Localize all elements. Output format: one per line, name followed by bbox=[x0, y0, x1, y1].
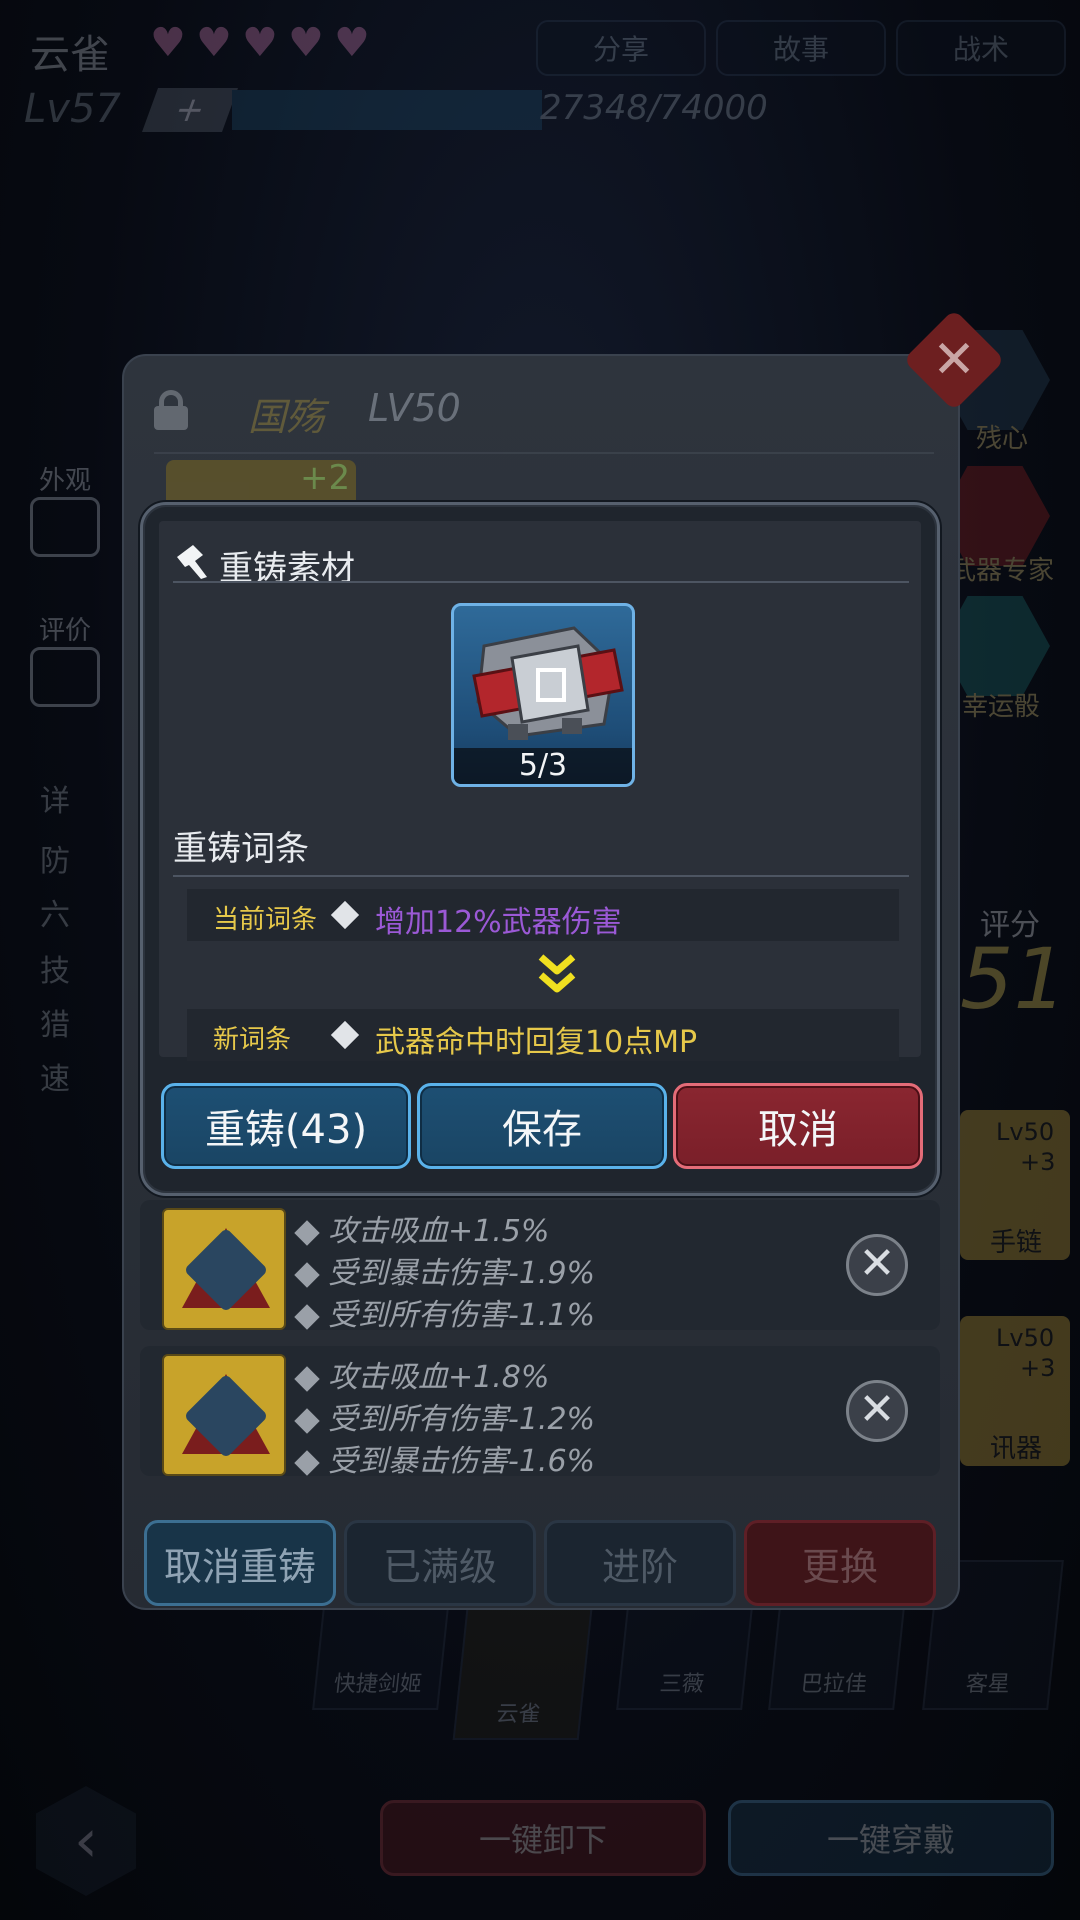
device-card-level: Lv50 bbox=[996, 1324, 1055, 1352]
appearance-label: 外观 bbox=[38, 466, 91, 496]
maxed-button[interactable]: 已满级 bbox=[344, 1520, 536, 1606]
diamond-icon bbox=[294, 1219, 320, 1246]
property-line: 受到暴击伤害-1.6% bbox=[294, 1436, 596, 1480]
item-level: LV50 bbox=[368, 386, 461, 430]
property-line: 受到所有伤害-1.1% bbox=[294, 1290, 596, 1334]
advance-button[interactable]: 进阶 bbox=[544, 1520, 736, 1606]
property-row: 攻击吸血+1.5% 受到暴击伤害-1.9% 受到所有伤害-1.1% ✕ bbox=[140, 1200, 940, 1333]
remove-gem-button[interactable]: ✕ bbox=[846, 1380, 908, 1442]
diamond-icon bbox=[294, 1449, 320, 1476]
skill-stat-label: 技 bbox=[40, 954, 70, 989]
device-card-enhance: +3 bbox=[1020, 1354, 1056, 1382]
lock-icon[interactable] bbox=[154, 390, 188, 430]
diamond-icon bbox=[330, 900, 360, 930]
property-line: 受到所有伤害-1.2% bbox=[294, 1394, 596, 1438]
equip-all-button[interactable]: 一键穿戴 bbox=[728, 1800, 1054, 1876]
reforge-button[interactable]: 重铸(43) bbox=[161, 1083, 411, 1169]
defense-stat-label: 防 bbox=[40, 844, 70, 879]
divider bbox=[173, 581, 909, 583]
chat-icon bbox=[30, 647, 100, 707]
hero-level: Lv57 bbox=[24, 86, 121, 132]
diamond-icon bbox=[330, 1020, 360, 1050]
reforge-material-item[interactable]: 5/3 bbox=[451, 603, 635, 787]
material-count: 5/3 bbox=[454, 748, 632, 784]
bracelet-card[interactable]: Lv50 +3 手链 bbox=[960, 1110, 1070, 1260]
property-text: 受到暴击伤害-1.9% bbox=[328, 1256, 596, 1291]
property-text: 受到所有伤害-1.1% bbox=[328, 1298, 596, 1333]
new-entry-text: 武器命中时回复10点MP bbox=[375, 1025, 698, 1060]
bracelet-card-enhance: +3 bbox=[1020, 1148, 1056, 1176]
new-entry-row: 新词条 武器命中时回复10点MP bbox=[187, 1009, 899, 1061]
entry-title: 重铸词条 bbox=[173, 829, 309, 869]
bracelet-card-level: Lv50 bbox=[996, 1118, 1055, 1146]
item-name: 国殇 bbox=[248, 395, 325, 439]
story-tab[interactable]: 故事 bbox=[716, 20, 886, 76]
level-up-button[interactable]: + bbox=[141, 88, 239, 132]
property-row: 攻击吸血+1.8% 受到所有伤害-1.2% 受到暴击伤害-1.6% ✕ bbox=[140, 1346, 940, 1479]
roster-card[interactable]: 云雀 bbox=[452, 1600, 594, 1740]
divider bbox=[173, 875, 909, 877]
new-entry-label: 新词条 bbox=[213, 1025, 292, 1055]
shirt-icon bbox=[30, 497, 100, 557]
double-chevron-down-icon bbox=[538, 954, 576, 993]
heart-icon: ♥ bbox=[334, 20, 370, 66]
remove-gem-button[interactable]: ✕ bbox=[846, 1234, 908, 1296]
close-icon[interactable]: ✕ bbox=[928, 334, 980, 386]
heart-icon: ♥ bbox=[288, 20, 324, 66]
property-line: 攻击吸血+1.5% bbox=[294, 1206, 550, 1250]
skill-label: 残心 bbox=[976, 424, 1029, 454]
item-enhance: +2 bbox=[300, 458, 351, 498]
reforge-modal-content: 重铸素材 5/3 重铸词条 当前词条 增加12%武器伤害 新词条 武器命中时回复… bbox=[159, 521, 921, 1061]
hunt-stat-label: 猎 bbox=[40, 1008, 70, 1043]
rating-button[interactable]: 评价 bbox=[30, 610, 100, 707]
tactics-tab[interactable]: 战术 bbox=[896, 20, 1066, 76]
device-card-name: 讯器 bbox=[990, 1434, 1043, 1464]
current-entry-text: 增加12%武器伤害 bbox=[375, 905, 622, 940]
gem-image bbox=[162, 1354, 286, 1476]
heart-icon: ♥ bbox=[242, 20, 278, 66]
current-entry-row: 当前词条 增加12%武器伤害 bbox=[187, 889, 899, 941]
back-button[interactable]: ‹ bbox=[36, 1786, 136, 1896]
property-text: 攻击吸血+1.8% bbox=[328, 1360, 550, 1395]
property-line: 受到暴击伤害-1.9% bbox=[294, 1248, 596, 1292]
score-value: 51 bbox=[960, 930, 1067, 1028]
heart-icon: ♥ bbox=[150, 20, 186, 66]
xp-bar bbox=[232, 90, 542, 130]
detail-stat-label: 详 bbox=[40, 784, 70, 819]
hero-stars: ♥ ♥ ♥ ♥ ♥ bbox=[150, 20, 372, 66]
property-text: 受到暴击伤害-1.6% bbox=[328, 1444, 596, 1479]
xp-text: 27348/74000 bbox=[540, 88, 768, 128]
diamond-icon bbox=[294, 1303, 320, 1330]
device-card[interactable]: Lv50 +3 讯器 bbox=[960, 1316, 1070, 1466]
appearance-button[interactable]: 外观 bbox=[30, 460, 100, 557]
diamond-icon bbox=[294, 1407, 320, 1434]
property-text: 受到所有伤害-1.2% bbox=[328, 1402, 596, 1437]
property-text: 攻击吸血+1.5% bbox=[328, 1214, 550, 1249]
diamond-icon bbox=[294, 1261, 320, 1288]
divider bbox=[154, 452, 934, 454]
reforge-modal: 重铸素材 5/3 重铸词条 当前词条 增加12%武器伤害 新词条 武器命中时回复… bbox=[140, 502, 940, 1196]
lucky-dice-label: 幸运骰 bbox=[962, 692, 1041, 722]
save-button[interactable]: 保存 bbox=[417, 1083, 667, 1169]
gem-image bbox=[162, 1208, 286, 1330]
replace-button[interactable]: 更换 bbox=[744, 1520, 936, 1606]
speed-stat-label: 速 bbox=[40, 1062, 70, 1097]
current-entry-label: 当前词条 bbox=[213, 905, 318, 935]
weapon-expert-label: 武器专家 bbox=[950, 556, 1055, 586]
hammer-icon bbox=[177, 545, 207, 579]
heart-icon: ♥ bbox=[196, 20, 232, 66]
property-line: 攻击吸血+1.8% bbox=[294, 1352, 550, 1396]
hero-name: 云雀 bbox=[30, 32, 110, 78]
share-tab[interactable]: 分享 bbox=[536, 20, 706, 76]
diamond-icon bbox=[294, 1365, 320, 1392]
cancel-button[interactable]: 取消 bbox=[673, 1083, 923, 1169]
cancel-reforge-button[interactable]: 取消重铸 bbox=[144, 1520, 336, 1606]
unequip-all-button[interactable]: 一键卸下 bbox=[380, 1800, 706, 1876]
bracelet-card-name: 手链 bbox=[990, 1228, 1043, 1258]
rating-label: 评价 bbox=[38, 616, 91, 646]
material-chip-image bbox=[472, 626, 624, 740]
six-stat-label: 六 bbox=[40, 898, 70, 933]
